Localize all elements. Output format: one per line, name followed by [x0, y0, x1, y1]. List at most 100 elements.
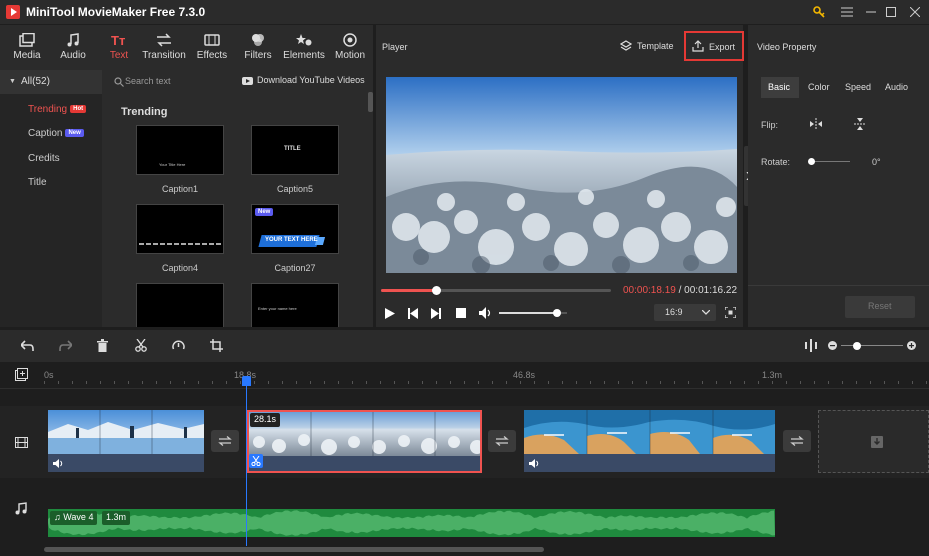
- tab-elements[interactable]: Elements: [282, 25, 326, 70]
- tab-motion[interactable]: Motion: [327, 25, 373, 70]
- rotate-label: Rotate:: [761, 157, 791, 167]
- play-icon[interactable]: [385, 308, 395, 319]
- add-track-icon[interactable]: [15, 368, 28, 381]
- zoom-slider-handle[interactable]: [853, 342, 861, 350]
- caption4-label: Caption4: [161, 263, 199, 273]
- property-tabs: Basic Color Speed Audio: [761, 77, 916, 98]
- stop-icon[interactable]: [456, 308, 466, 318]
- audio-duration-badge: 1.3m: [102, 511, 131, 525]
- app-title: MiniTool MovieMaker Free 7.3.0: [26, 5, 206, 19]
- fit-timeline-icon[interactable]: [805, 339, 817, 352]
- zoom-out-icon[interactable]: [828, 341, 837, 350]
- close-icon[interactable]: [902, 0, 928, 24]
- text-gallery: Search text Download YouTube Videos Tren…: [102, 70, 373, 327]
- player-panel: Player Template Export 00:00:18.19 / 00:…: [376, 25, 744, 327]
- export-button[interactable]: Export: [684, 31, 744, 61]
- playback-progress-handle[interactable]: [432, 286, 442, 295]
- caption27-thumbnail[interactable]: New YOUR TEXT HERE: [251, 204, 339, 254]
- volume-icon[interactable]: [479, 307, 492, 319]
- zoom-slider[interactable]: [841, 342, 903, 350]
- transition-slot-1[interactable]: [211, 430, 239, 452]
- video-clip-1[interactable]: [48, 410, 204, 472]
- new-badge: New: [65, 129, 84, 137]
- volume-track[interactable]: [499, 309, 567, 317]
- tab-audio[interactable]: Audio: [50, 25, 96, 70]
- fullscreen-icon[interactable]: [725, 307, 736, 318]
- tab-color[interactable]: Color: [799, 77, 837, 98]
- category-all[interactable]: ▼ All(52): [0, 70, 102, 94]
- search-input[interactable]: Search text: [125, 76, 171, 86]
- clip-duration-badge: 28.1s: [250, 413, 281, 427]
- app-logo-icon: [6, 5, 20, 19]
- split-scissors-icon[interactable]: [135, 339, 147, 352]
- video-preview[interactable]: [386, 77, 737, 273]
- swap-icon: [218, 436, 232, 446]
- empty-drop-slot[interactable]: [818, 410, 929, 473]
- flip-horizontal-icon[interactable]: [810, 118, 822, 130]
- clip2-filmstrip: [249, 412, 480, 456]
- flip-vertical-icon[interactable]: [854, 118, 866, 130]
- caption27-label: Caption27: [274, 263, 316, 273]
- speed-icon[interactable]: [172, 339, 185, 352]
- download-youtube-link[interactable]: Download YouTube Videos: [257, 75, 365, 85]
- motion-icon: [343, 33, 357, 47]
- waveform-shape: [48, 510, 775, 536]
- gallery-scrollbar[interactable]: [368, 92, 373, 112]
- clip-volume-icon[interactable]: [53, 459, 63, 468]
- tab-basic[interactable]: Basic: [761, 77, 799, 98]
- video-clip-3[interactable]: [524, 410, 775, 472]
- audio-clip[interactable]: ♫ Wave 4 1.3m: [48, 509, 775, 537]
- next-frame-icon[interactable]: [431, 308, 441, 319]
- tab-filters[interactable]: Filters: [235, 25, 281, 70]
- rotate-slider-handle[interactable]: [808, 158, 815, 165]
- filters-icon: [252, 34, 264, 46]
- swap-icon: [495, 436, 509, 446]
- key-icon[interactable]: [806, 0, 832, 24]
- caption-thumbnail-6[interactable]: Enter your name here: [251, 283, 339, 327]
- transition-slot-2[interactable]: [488, 430, 516, 452]
- media-icon: [19, 33, 35, 47]
- rotate-slider[interactable]: [808, 158, 850, 165]
- add-media-icon: [871, 436, 883, 448]
- transition-slot-3[interactable]: [783, 430, 811, 452]
- redo-icon[interactable]: [59, 340, 72, 351]
- aspect-ratio-select[interactable]: 16:9: [654, 304, 716, 321]
- tab-transition[interactable]: Transition: [140, 25, 188, 70]
- zoom-in-icon[interactable]: [907, 341, 916, 350]
- caption-thumbnail-5[interactable]: [136, 283, 224, 327]
- caption4-thumbnail[interactable]: [136, 204, 224, 254]
- maximize-icon[interactable]: [878, 0, 904, 24]
- timeline-scrollbar[interactable]: [44, 547, 544, 552]
- playhead-handle[interactable]: [242, 376, 251, 386]
- playback-progress-track[interactable]: [381, 286, 611, 295]
- search-icon: [114, 77, 124, 87]
- delete-icon[interactable]: [97, 339, 108, 352]
- menu-icon[interactable]: [834, 0, 860, 24]
- timeline-ruler[interactable]: 0s 18.8s 46.8s 1.3m: [44, 364, 929, 386]
- crop-icon[interactable]: [210, 339, 223, 352]
- category-caption[interactable]: Caption New: [28, 128, 84, 139]
- clip-volume-icon[interactable]: [529, 459, 539, 468]
- video-clip-2[interactable]: 28.1s: [247, 410, 482, 473]
- tab-audio-property[interactable]: Audio: [877, 77, 916, 98]
- category-credits[interactable]: Credits: [28, 153, 60, 164]
- previous-frame-icon[interactable]: [408, 308, 418, 319]
- category-trending[interactable]: Trending Hot: [28, 104, 87, 115]
- text-icon: Tт: [111, 33, 125, 47]
- tab-speed[interactable]: Speed: [837, 77, 877, 98]
- reset-button[interactable]: Reset: [845, 296, 915, 318]
- undo-icon[interactable]: [21, 340, 34, 351]
- ruler-divider: [0, 388, 929, 389]
- player-title: Player: [382, 42, 408, 52]
- split-marker[interactable]: [249, 454, 263, 468]
- tab-effects[interactable]: Effects: [189, 25, 235, 70]
- caption1-thumbnail[interactable]: Your Title Here: [136, 125, 224, 175]
- playhead-line: [246, 376, 247, 546]
- tab-media[interactable]: Media: [4, 25, 50, 70]
- tab-text[interactable]: Tт Text: [96, 25, 142, 70]
- volume-handle[interactable]: [552, 309, 561, 317]
- hot-badge: Hot: [70, 105, 87, 113]
- category-title[interactable]: Title: [28, 177, 47, 188]
- caption5-thumbnail[interactable]: TITLE: [251, 125, 339, 175]
- property-title: Video Property: [757, 42, 817, 52]
